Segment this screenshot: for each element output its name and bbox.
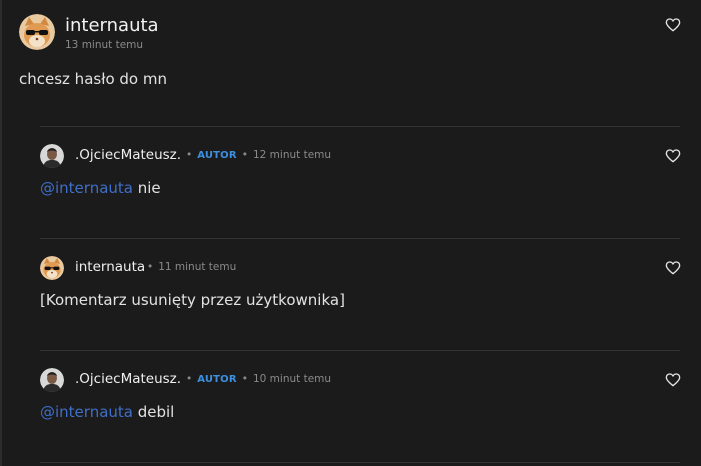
reply-author[interactable]: .OjciecMateusz.: [75, 371, 181, 387]
comment-timestamp: 13 minut temu: [65, 39, 144, 51]
user-mention[interactable]: @internauta: [40, 403, 133, 421]
divider: [40, 126, 680, 127]
avatar-ojciecmateusz[interactable]: [40, 144, 64, 168]
reply-body: debil: [132, 403, 175, 421]
man-portrait-avatar-icon: [40, 144, 64, 168]
heart-icon[interactable]: [665, 372, 681, 388]
separator-dot: •: [241, 149, 248, 161]
avatar-internauta[interactable]: [40, 256, 64, 280]
comments-thread: internauta 13 minut temu chcesz hasło do…: [0, 0, 701, 466]
reply-header: internauta • 11 minut temu: [40, 256, 681, 280]
heart-icon[interactable]: [665, 148, 681, 164]
cat-sunglasses-avatar-icon: [19, 14, 55, 50]
separator-dot: •: [186, 373, 193, 385]
separator-dot: •: [147, 261, 154, 273]
reply-timestamp: 11 minut temu: [158, 261, 237, 273]
reply-author[interactable]: internauta: [75, 259, 145, 275]
reply-author[interactable]: .OjciecMateusz.: [75, 147, 181, 163]
comment-author[interactable]: internauta: [65, 15, 159, 36]
reply-text: [Komentarz usunięty przez użytkownika]: [40, 291, 345, 309]
reply-header: .OjciecMateusz. • AUTOR • 10 minut temu: [40, 368, 681, 392]
reply-timestamp: 10 minut temu: [252, 373, 332, 385]
reply-body: nie: [132, 179, 161, 197]
divider: [40, 462, 680, 463]
separator-dot: •: [186, 149, 193, 161]
heart-icon[interactable]: [665, 17, 681, 33]
reply-text: @internauta nie: [40, 179, 161, 197]
reply-text: @internauta debil: [40, 403, 174, 421]
reply-item: .OjciecMateusz. • AUTOR • 12 minut temu @in…: [40, 126, 681, 226]
heart-icon[interactable]: [665, 260, 681, 276]
man-portrait-avatar-icon: [40, 368, 64, 392]
reply-item: .OjciecMateusz. • AUTOR • 10 minut temu @in…: [40, 350, 681, 450]
author-badge: AUTOR: [197, 374, 237, 385]
divider: [40, 350, 680, 351]
user-mention[interactable]: @internauta: [40, 179, 133, 197]
reply-item: internauta • 11 minut temu [Komentarz usu…: [40, 238, 681, 338]
reply-timestamp: 12 minut temu: [252, 149, 332, 161]
separator-dot: •: [241, 373, 248, 385]
comment-text: chcesz hasło do mn: [19, 70, 167, 88]
reply-header: .OjciecMateusz. • AUTOR • 12 minut temu: [40, 144, 681, 168]
cat-sunglasses-avatar-icon: [40, 256, 64, 280]
avatar-internauta[interactable]: [19, 14, 55, 50]
author-badge: AUTOR: [197, 150, 237, 161]
divider: [40, 238, 680, 239]
avatar-ojciecmateusz[interactable]: [40, 368, 64, 392]
